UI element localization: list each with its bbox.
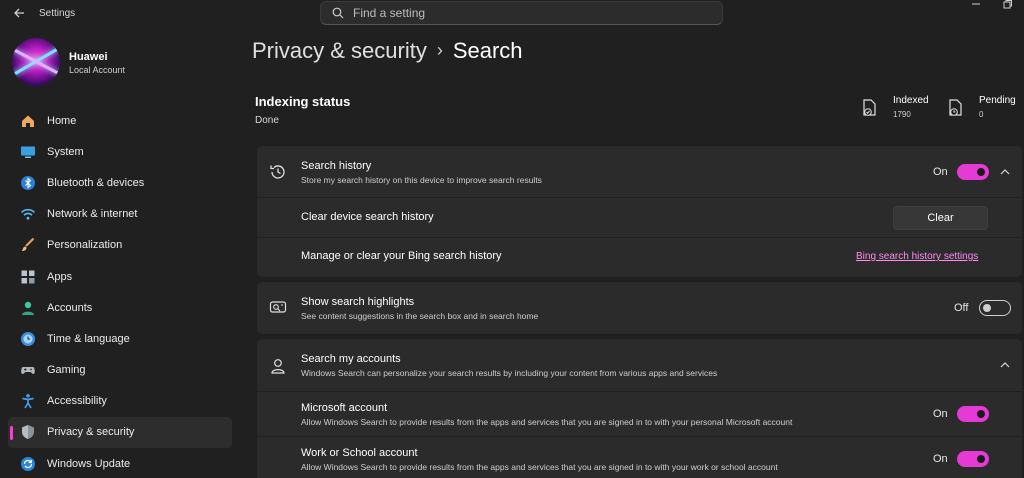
gamepad-icon: [20, 362, 36, 378]
search-accounts-title: Search my accounts: [301, 353, 401, 365]
search-accounts-card: Search my accounts Windows Search can pe…: [257, 339, 1022, 478]
work-account-title: Work or School account: [301, 447, 418, 459]
microsoft-account-row: Microsoft account Allow Windows Search t…: [257, 392, 1022, 437]
sidebar-item-personalization[interactable]: Personalization: [8, 230, 232, 261]
indexing-status-value: Done: [255, 115, 279, 126]
search-accounts-description: Windows Search can personalize your sear…: [301, 368, 718, 378]
sidebar-item-label: Accounts: [47, 301, 93, 314]
search-accounts-row[interactable]: Search my accounts Windows Search can pe…: [257, 339, 1022, 392]
indexing-status-title: Indexing status: [255, 94, 351, 109]
work-account-description: Allow Windows Search to provide results …: [301, 462, 778, 472]
breadcrumb-separator: ›: [436, 40, 443, 60]
search-highlights-title: Show search highlights: [301, 296, 415, 308]
user-profile[interactable]: Huawei Local Account: [12, 38, 222, 88]
search-history-state: On: [933, 166, 948, 178]
accessibility-icon: [20, 393, 36, 409]
sidebar-item-home[interactable]: Home: [8, 105, 232, 136]
sidebar-item-privacy-security[interactable]: Privacy & security: [8, 416, 232, 449]
work-account-row: Work or School account Allow Windows Sea…: [257, 437, 1022, 478]
clear-history-row: Clear device search history Clear: [257, 198, 1022, 238]
search-highlights-description: See content suggestions in the search bo…: [301, 311, 539, 321]
work-account-toggle[interactable]: [957, 451, 989, 467]
breadcrumb-parent[interactable]: Privacy & security: [252, 38, 427, 63]
search-highlights-card: Show search highlights See content sugge…: [257, 282, 1022, 334]
person-outline-icon: [271, 359, 285, 374]
work-account-state: On: [933, 453, 948, 465]
pending-label: Pending: [979, 95, 1016, 106]
person-icon: [20, 300, 36, 316]
back-arrow-icon: [14, 8, 24, 18]
sidebar-item-network[interactable]: Network & internet: [8, 199, 232, 230]
sidebar-item-label: Home: [47, 114, 77, 127]
home-icon: [20, 113, 36, 129]
sidebar-item-apps[interactable]: Apps: [8, 261, 232, 292]
sidebar-item-gaming[interactable]: Gaming: [8, 355, 232, 386]
search-highlights-toggle[interactable]: [979, 300, 1011, 316]
search-highlights-row[interactable]: Show search highlights See content sugge…: [257, 282, 1022, 334]
indexed-file-icon: [863, 99, 876, 116]
clear-button[interactable]: Clear: [893, 206, 988, 230]
sidebar-item-label: Network & internet: [47, 208, 138, 221]
sidebar-item-label: Personalization: [47, 239, 123, 252]
search-history-card: Search history Store my search history o…: [257, 146, 1022, 277]
highlights-icon: [269, 301, 287, 313]
avatar: [12, 38, 60, 86]
microsoft-account-title: Microsoft account: [301, 402, 388, 414]
bing-history-row: Manage or clear your Bing search history…: [257, 238, 1022, 277]
main-content: Privacy & security › Search Indexing statu…: [252, 0, 1024, 478]
sidebar-item-label: Gaming: [47, 364, 86, 377]
pending-file-icon: [949, 99, 962, 116]
wifi-icon: [20, 206, 36, 222]
microsoft-account-description: Allow Windows Search to provide results …: [301, 417, 793, 427]
sidebar-item-bluetooth[interactable]: Bluetooth & devices: [8, 167, 232, 198]
search-history-toggle[interactable]: [957, 164, 989, 180]
indexed-count: 1790: [893, 110, 911, 119]
bing-history-label: Manage or clear your Bing search history: [301, 250, 502, 262]
sidebar-item-label: Time & language: [47, 332, 130, 345]
sidebar-item-accounts[interactable]: Accounts: [8, 292, 232, 323]
globe-clock-icon: [20, 331, 36, 347]
sidebar-item-label: Privacy & security: [47, 426, 135, 439]
sidebar-item-label: Accessibility: [47, 395, 107, 408]
sidebar-item-system[interactable]: System: [8, 136, 232, 167]
monitor-icon: [20, 144, 36, 160]
sidebar-item-label: System: [47, 145, 84, 158]
chevron-up-icon[interactable]: [999, 359, 1011, 371]
search-history-title: Search history: [301, 160, 372, 172]
microsoft-account-state: On: [933, 408, 948, 420]
app-title: Settings: [39, 8, 76, 19]
pending-count: 0: [979, 110, 984, 119]
history-icon: [270, 165, 285, 179]
microsoft-account-toggle[interactable]: [957, 406, 989, 422]
sidebar-item-label: Bluetooth & devices: [47, 176, 145, 189]
chevron-up-icon[interactable]: [999, 166, 1011, 178]
bluetooth-icon: [20, 175, 36, 191]
sidebar-item-label: Windows Update: [47, 457, 131, 470]
sidebar-item-time-language[interactable]: Time & language: [8, 323, 232, 354]
bing-history-settings-link[interactable]: Bing search history settings: [856, 251, 978, 262]
apps-icon: [20, 269, 36, 285]
sidebar-nav: Home System Bluetooth & devices Network …: [8, 105, 232, 478]
sidebar-item-windows-update[interactable]: Windows Update: [8, 448, 232, 478]
brush-icon: [20, 237, 36, 253]
clear-history-label: Clear device search history: [301, 211, 434, 223]
update-icon: [20, 456, 36, 472]
sidebar-item-label: Apps: [47, 270, 73, 283]
page-title: Search: [452, 38, 523, 63]
shield-icon: [20, 424, 36, 440]
profile-name: Huawei: [69, 51, 108, 63]
search-history-description: Store my search history on this device t…: [301, 175, 542, 185]
profile-account-type: Local Account: [69, 65, 126, 75]
back-button[interactable]: [10, 5, 28, 23]
search-history-row[interactable]: Search history Store my search history o…: [257, 146, 1022, 198]
indexed-label: Indexed: [893, 95, 929, 106]
sidebar-item-accessibility[interactable]: Accessibility: [8, 386, 232, 417]
breadcrumb: Privacy & security › Search: [252, 38, 523, 64]
search-highlights-state: Off: [954, 302, 969, 314]
